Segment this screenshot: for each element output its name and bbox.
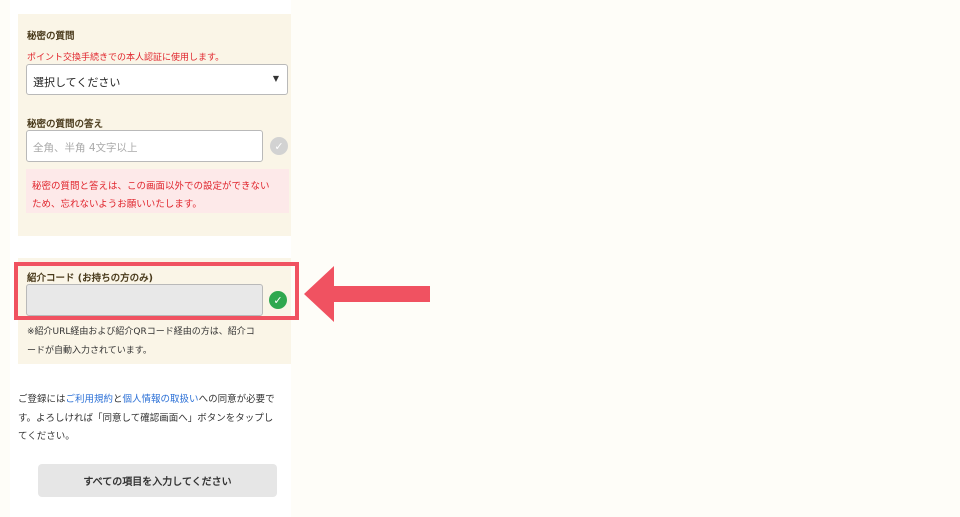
secret-question-note: ポイント交換手続きでの本人認証に使用します。 [27, 53, 225, 63]
secret-answer-input[interactable]: 全角、半角 4文字以上 [26, 130, 263, 162]
warning-line-2: ため、忘れないようお願いいたします。 [32, 199, 202, 210]
warning-line-1: 秘密の質問と答えは、この画面以外での設定ができない [32, 181, 270, 192]
left-arrow-icon [304, 266, 430, 322]
consent-line-3: てください。 [18, 431, 75, 442]
secret-answer-warning: 秘密の質問と答えは、この画面以外での設定ができない ため、忘れないようお願いいた… [26, 169, 289, 213]
secret-answer-placeholder: 全角、半角 4文字以上 [33, 142, 138, 154]
terms-link[interactable]: ご利用規約 [66, 394, 114, 405]
consent-line-1: ご登録にはご利用規約と個人情報の取扱いへの同意が必要で [18, 391, 275, 405]
referral-note-line-1: ※紹介URL経由および紹介QRコード経由の方は、紹介コ [27, 327, 255, 337]
secret-answer-label: 秘密の質問の答え [27, 119, 104, 130]
check-idle-icon: ✓ [270, 137, 288, 155]
privacy-link[interactable]: 個人情報の取扱い [123, 394, 199, 405]
consent-line-2: す。よろしければ「同意して確認画面へ」ボタンをタップし [18, 413, 274, 424]
consent-text-pre: ご登録には [18, 394, 66, 405]
highlight-box [14, 262, 299, 320]
secret-question-select-value: 選択してください [33, 76, 121, 89]
consent-text-and: と [113, 394, 123, 405]
referral-note-line-2: ードが自動入力されています。 [27, 346, 152, 356]
submit-button[interactable]: すべての項目を入力してください [38, 464, 277, 497]
chevron-down-icon: ▼ [272, 74, 279, 83]
consent-text-post: への同意が必要で [198, 394, 275, 405]
secret-question-label: 秘密の質問 [27, 31, 75, 42]
secret-question-select[interactable]: 選択してください ▼ [26, 64, 288, 95]
